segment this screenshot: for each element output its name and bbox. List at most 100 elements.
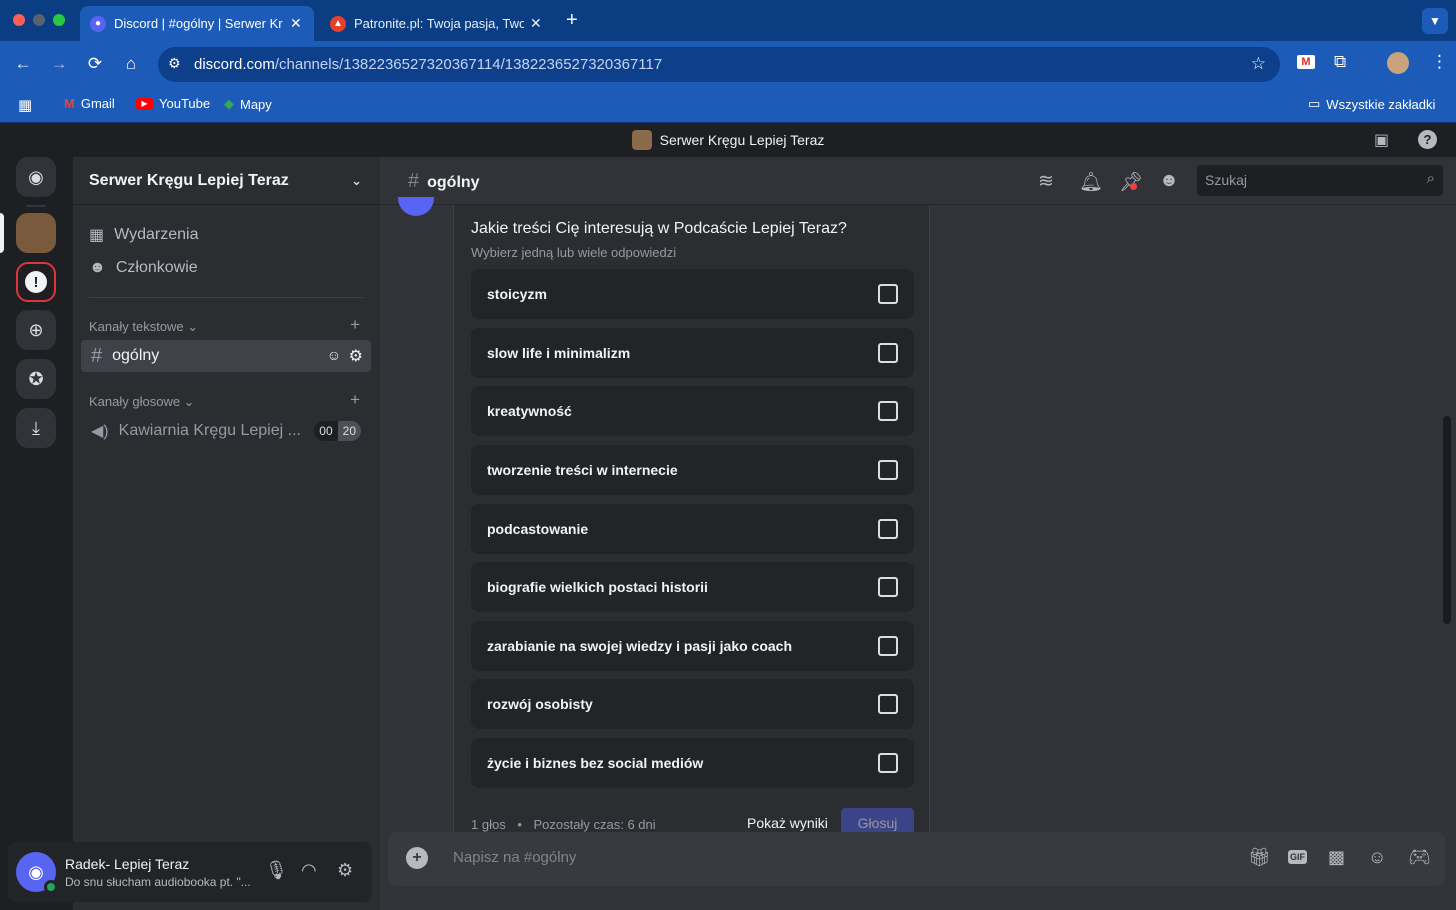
poll-option-checkbox[interactable] [878, 577, 898, 597]
bookmark-youtube[interactable]: ▶ YouTube [136, 96, 210, 111]
add-server-button[interactable]: ⊕ [16, 310, 56, 350]
pin-unread-dot [1130, 183, 1137, 190]
channel-sidebar: Serwer Kręgu Lepiej Teraz ⌄ ▦ Wydarzenia… [73, 157, 380, 910]
server-rail: ◉ ! ⊕ ✪ ⤓ [0, 157, 73, 910]
poll-option-checkbox[interactable] [878, 636, 898, 656]
poll-option[interactable]: życie i biznes bez social mediów [471, 738, 914, 788]
pinned-messages-icon[interactable]: 📌︎ [1119, 170, 1143, 194]
close-tab-icon[interactable]: ✕ [290, 15, 302, 32]
close-window-button[interactable] [13, 14, 25, 26]
invite-icon[interactable]: ☺ [327, 347, 341, 363]
poll-option-checkbox[interactable] [878, 284, 898, 304]
member-list-icon[interactable]: ☻ [1159, 170, 1179, 192]
user-avatar[interactable]: ◉ [16, 852, 58, 894]
voice-channel-kawiarnia[interactable]: ◀) Kawiarnia Kręgu Lepiej ... 00 20 [81, 415, 371, 447]
address-bar[interactable]: ⚙ discord.com/channels/13822365273203671… [158, 47, 1280, 82]
create-text-channel-icon[interactable]: + [350, 315, 360, 335]
channel-title: # ogólny [408, 170, 480, 193]
site-settings-icon[interactable]: ⚙ [168, 55, 181, 72]
poll-option-label: życie i biznes bez social mediów [487, 755, 704, 771]
channel-settings-icon[interactable]: ⚙ [349, 346, 363, 366]
poll-option[interactable]: podcastowanie [471, 504, 914, 554]
channel-label: ogólny [112, 347, 160, 364]
search-input[interactable]: Szukaj ⌕ [1197, 165, 1443, 196]
user-status: Do snu słucham audiobooka pt. "... [65, 875, 250, 889]
create-voice-channel-icon[interactable]: + [350, 390, 360, 410]
poll-option-label: tworzenie treści w internecie [487, 462, 678, 478]
poll-option[interactable]: rozwój osobisty [471, 679, 914, 729]
server-kragu-button[interactable] [16, 213, 56, 253]
gif-icon[interactable]: GIF [1288, 850, 1307, 864]
tab-search-button[interactable]: ▼ [1422, 8, 1448, 34]
attach-plus-icon[interactable]: + [406, 847, 428, 869]
extensions-icon[interactable]: ⧉ [1334, 52, 1346, 72]
maximize-window-button[interactable] [53, 14, 65, 26]
back-button[interactable]: ← [12, 53, 34, 75]
browser-menu-icon[interactable]: ⋮ [1431, 52, 1448, 72]
close-tab-icon[interactable]: ✕ [530, 15, 542, 32]
poll-option[interactable]: slow life i minimalizm [471, 328, 914, 378]
url-host: discord.com [194, 56, 275, 73]
help-icon[interactable]: ? [1418, 130, 1437, 149]
poll-option-checkbox[interactable] [878, 753, 898, 773]
voice-channel-label: Kawiarnia Kręgu Lepiej ... [118, 422, 301, 439]
voice-user-limit-badge: 00 20 [314, 421, 361, 441]
new-tab-button[interactable]: + [566, 9, 578, 32]
poll-footer: 1 głos • Pozostały czas: 6 dni [471, 817, 656, 832]
poll-option-checkbox[interactable] [878, 460, 898, 480]
poll-option[interactable]: kreatywność [471, 386, 914, 436]
server-header[interactable]: Serwer Kręgu Lepiej Teraz ⌄ [73, 157, 380, 205]
maps-pin-icon: ◆ [224, 96, 234, 111]
browser-tab-bar: ● Discord | #ogólny | Serwer Kr ✕ ▲ Patr… [0, 0, 1456, 41]
sidebar-item-members[interactable]: ☻ Członkowie [89, 259, 198, 277]
notification-bell-icon[interactable]: 🔔︎ [1079, 170, 1103, 194]
profile-avatar[interactable] [1387, 52, 1409, 74]
bookmark-label: YouTube [159, 96, 211, 111]
minimize-window-button[interactable] [33, 14, 45, 26]
tab-discord[interactable]: ● Discord | #ogólny | Serwer Kr ✕ [80, 6, 314, 41]
poll-option-checkbox[interactable] [878, 519, 898, 539]
download-icon: ⤓ [32, 417, 40, 438]
reload-button[interactable]: ⟳ [84, 53, 106, 75]
poll-option[interactable]: tworzenie treści w internecie [471, 445, 914, 495]
apps-grid-icon[interactable]: ▦ [18, 96, 32, 114]
emoji-icon[interactable]: ☺ [1368, 847, 1386, 868]
bookmark-maps[interactable]: ◆ Mapy [224, 96, 272, 112]
poll-option[interactable]: biografie wielkich postaci historii [471, 562, 914, 612]
voice-channels-category[interactable]: Kanały głosowe ⌄ [89, 394, 195, 410]
gift-icon[interactable]: 🎁︎ [1248, 847, 1271, 868]
poll-option-checkbox[interactable] [878, 401, 898, 421]
show-results-button[interactable]: Pokaż wyniki [747, 815, 828, 831]
explore-servers-button[interactable]: ✪ [16, 359, 56, 399]
user-panel: ◉ Radek- Lepiej Teraz Do snu słucham aud… [8, 842, 372, 902]
user-settings-icon[interactable]: ⚙ [337, 860, 353, 881]
microphone-icon[interactable]: 🎙︎ [265, 860, 288, 881]
poll-time-left: Pozostały czas: 6 dni [533, 817, 656, 832]
server-name: Serwer Kręgu Lepiej Teraz [89, 171, 289, 189]
download-apps-button[interactable]: ⤓ [16, 408, 56, 448]
poll-option[interactable]: zarabianie na swojej wiedzy i pasji jako… [471, 621, 914, 671]
messages-scrollbar[interactable] [1443, 416, 1451, 624]
threads-icon[interactable]: ≋ [1038, 170, 1054, 193]
gmail-extension-icon[interactable]: M [1297, 55, 1315, 69]
forward-button[interactable]: → [48, 53, 70, 75]
inbox-icon[interactable]: ▣ [1374, 130, 1389, 150]
poll-option-checkbox[interactable] [878, 343, 898, 363]
channel-ogolny[interactable]: # ogólny ☺ ⚙ [81, 340, 371, 372]
sticker-icon[interactable]: ▩ [1328, 847, 1345, 868]
poll-option[interactable]: stoicyzm [471, 269, 914, 319]
bookmark-star-icon[interactable]: ☆ [1251, 54, 1266, 74]
message-input[interactable]: Napisz na #ogólny [453, 849, 576, 866]
activities-gamepad-icon[interactable]: 🎮︎ [1408, 847, 1431, 868]
headphones-icon[interactable]: ◠ [301, 860, 317, 881]
bookmark-gmail[interactable]: M Gmail [64, 96, 115, 111]
home-button[interactable]: ⌂ [120, 53, 142, 75]
alert-server-button[interactable]: ! [16, 262, 56, 302]
direct-messages-button[interactable]: ◉ [16, 157, 56, 197]
text-channels-category[interactable]: Kanały tekstowe ⌄ [89, 319, 198, 335]
all-bookmarks-folder[interactable]: ▭ Wszystkie zakładki [1308, 96, 1435, 112]
poll-option-checkbox[interactable] [878, 694, 898, 714]
members-icon: ☻ [89, 259, 106, 276]
tab-patronite[interactable]: ▲ Patronite.pl: Twoja pasja, Two ✕ [320, 6, 554, 41]
sidebar-item-events[interactable]: ▦ Wydarzenia [89, 225, 198, 245]
